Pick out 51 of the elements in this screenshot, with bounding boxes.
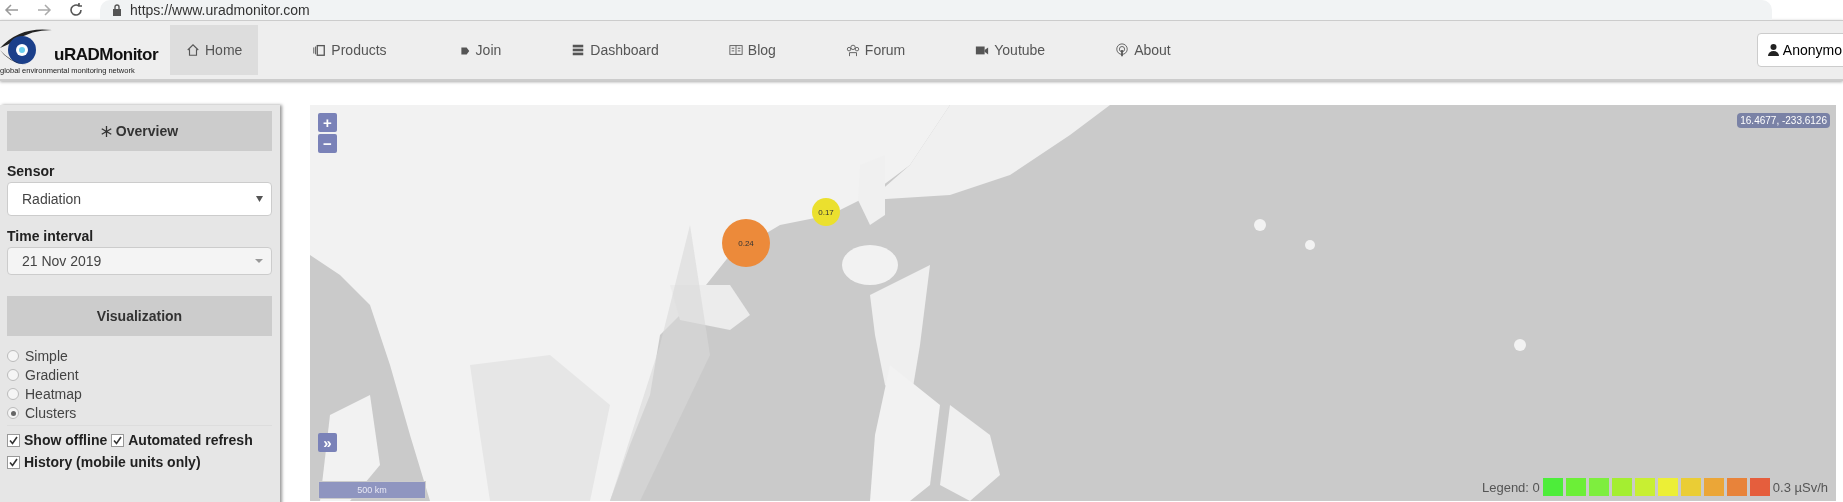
- logo-name: uRADMonitor: [54, 44, 159, 65]
- radio-button[interactable]: [7, 369, 19, 381]
- expand-button[interactable]: »: [318, 433, 337, 452]
- nav-tab[interactable]: Dashboard: [555, 25, 675, 75]
- sensor-label: Sensor: [7, 163, 56, 179]
- lock-icon: [112, 4, 122, 16]
- legend-end-label: 0.3 µSv/h: [1772, 479, 1828, 495]
- time-interval-label: Time interval: [7, 228, 95, 244]
- people-icon: [845, 42, 860, 58]
- user-icon: [1767, 44, 1779, 56]
- zoom-in-button[interactable]: +: [318, 113, 337, 132]
- caret-icon: [256, 196, 263, 202]
- nav-tab[interactable]: Blog: [712, 25, 792, 75]
- coordinates-badge: 16.4677, -233.6126: [1737, 113, 1830, 128]
- caret-icon: [255, 259, 263, 263]
- checkbox-label[interactable]: History (mobile units only): [24, 454, 201, 470]
- url-text[interactable]: https://www.uradmonitor.com: [130, 2, 310, 18]
- server-icon: [571, 42, 586, 58]
- checkbox-label[interactable]: Automated refresh: [128, 432, 253, 448]
- radio-button[interactable]: [7, 388, 19, 400]
- radio-button[interactable]: [7, 407, 19, 419]
- nav-tab[interactable]: About: [1099, 25, 1187, 75]
- scale-bar: 500 km: [318, 481, 426, 499]
- asterisk-icon: [100, 125, 112, 137]
- radio-label[interactable]: Simple: [25, 348, 68, 364]
- legend-start-label: Legend: 0: [1481, 479, 1540, 495]
- radio-label[interactable]: Gradient: [25, 367, 79, 383]
- user-button[interactable]: Anonymo: [1756, 33, 1843, 67]
- checkbox[interactable]: [7, 433, 20, 447]
- nav-tab[interactable]: Join: [440, 25, 518, 75]
- nav-tab[interactable]: Forum: [829, 25, 922, 75]
- checkbox[interactable]: [7, 455, 20, 469]
- devices-icon: [312, 42, 327, 58]
- book-icon: [728, 42, 743, 58]
- radio-label[interactable]: Heatmap: [25, 386, 82, 402]
- radio-button[interactable]: [7, 350, 19, 362]
- time-interval-select[interactable]: 21 Nov 2019: [7, 247, 272, 275]
- podcast-icon: [1115, 42, 1130, 58]
- visualization-heading: Visualization: [7, 296, 272, 336]
- zoom-out-button[interactable]: −: [318, 134, 337, 153]
- sensor-select[interactable]: Radiation: [7, 182, 272, 216]
- nav-tab[interactable]: Products: [296, 25, 403, 75]
- overview-heading: Overview: [7, 111, 272, 151]
- radio-label[interactable]: Clusters: [25, 405, 77, 421]
- nav-tab[interactable]: Home: [170, 25, 259, 75]
- checkbox-label[interactable]: Show offline: [24, 432, 108, 448]
- nav-tab[interactable]: Youtube: [959, 25, 1062, 75]
- house-icon: [186, 42, 200, 58]
- reload-icon[interactable]: [68, 2, 84, 18]
- checkbox[interactable]: [111, 433, 125, 447]
- back-icon[interactable]: [4, 2, 20, 18]
